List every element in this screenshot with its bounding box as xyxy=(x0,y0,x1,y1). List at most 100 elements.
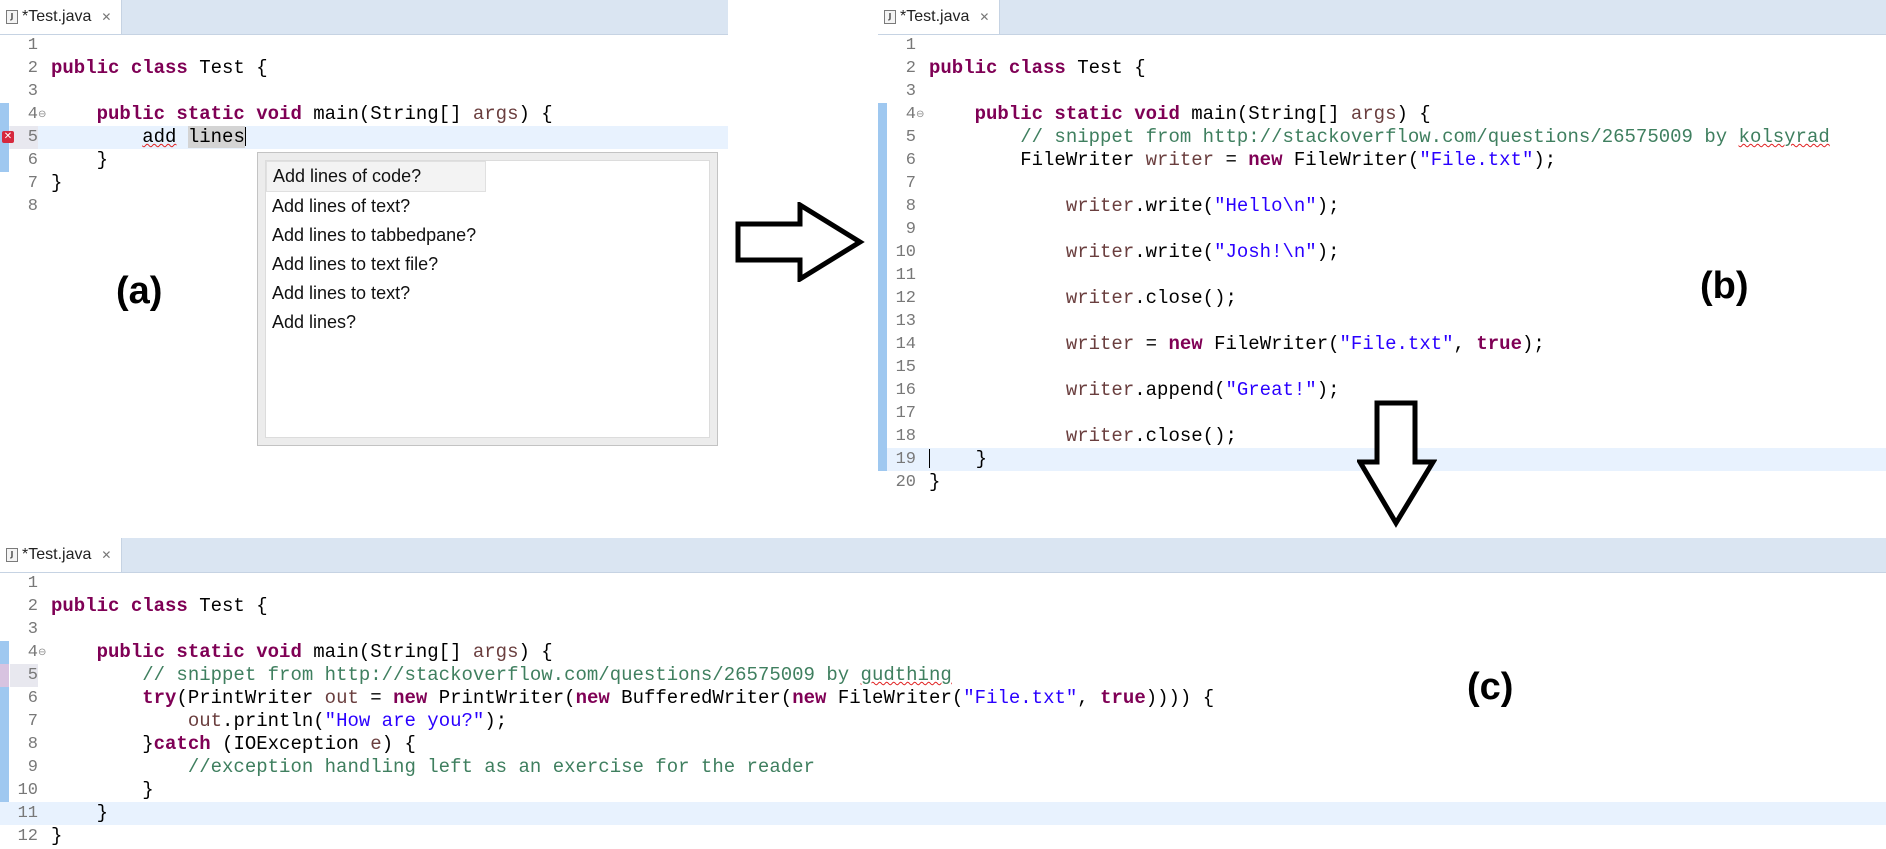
line-number: 19 xyxy=(895,450,916,469)
line-number: 5 xyxy=(10,664,38,687)
line-number: 7 xyxy=(905,174,916,193)
code-line: 10 } xyxy=(0,779,1886,802)
line-number: 14 xyxy=(895,335,916,354)
text-caret xyxy=(244,127,246,147)
fold-icon[interactable]: ⊖ xyxy=(38,103,46,126)
line-number: 3 xyxy=(27,82,38,101)
java-file-icon: J xyxy=(6,548,18,562)
code-line: 2 public class Test { xyxy=(0,595,1886,618)
code-line-current: 5 ✕ add lines xyxy=(0,126,728,149)
code-line: 7 out.println("How are you?"); xyxy=(0,710,1886,733)
line-number: 3 xyxy=(905,82,916,101)
line-number: 10 xyxy=(895,243,916,262)
line-number: 13 xyxy=(895,312,916,331)
line-number: 7 xyxy=(27,712,38,731)
tab-test-java[interactable]: J *Test.java ✕ xyxy=(0,0,123,34)
code-line-current: 11 } xyxy=(0,802,1886,825)
code-line: 9 //exception handling left as an exerci… xyxy=(0,756,1886,779)
line-number: 8 xyxy=(27,735,38,754)
fold-icon[interactable]: ⊖ xyxy=(38,641,46,664)
suggestion-item[interactable]: Add lines to text? xyxy=(266,279,709,308)
fold-icon[interactable]: ⊖ xyxy=(916,103,924,126)
java-file-icon: J xyxy=(884,10,896,24)
tab-bar: J *Test.java ✕ xyxy=(0,538,1886,573)
code-line: 7 xyxy=(878,172,1886,195)
line-number: 9 xyxy=(27,758,38,777)
code-line: 3 xyxy=(878,80,1886,103)
line-number: 8 xyxy=(905,197,916,216)
code-line: 9 xyxy=(878,218,1886,241)
suggestion-item[interactable]: Add lines of code? xyxy=(266,161,486,192)
code-line: 8 }catch (IOException e) { xyxy=(0,733,1886,756)
code-line: 6 FileWriter writer = new FileWriter("Fi… xyxy=(878,149,1886,172)
code-editor[interactable]: 1 2 public class Test { 3 4 ⊖ public stati… xyxy=(0,572,1886,849)
line-number: 5 xyxy=(905,128,916,147)
line-number: 9 xyxy=(905,220,916,239)
code-line: 15 xyxy=(878,356,1886,379)
line-number: 1 xyxy=(27,574,38,593)
tab-test-java[interactable]: J *Test.java ✕ xyxy=(878,0,1001,34)
code-line: 4 ⊖ public static void main(String[] args… xyxy=(0,103,728,126)
code-line: 2 public class Test { xyxy=(878,57,1886,80)
code-line: 1 xyxy=(0,572,1886,595)
code-line: 14 writer = new FileWriter("File.txt", t… xyxy=(878,333,1886,356)
tab-title: *Test.java xyxy=(900,8,970,25)
label-c: (c) xyxy=(1467,666,1514,708)
text-caret xyxy=(929,449,930,469)
code-line: 3 xyxy=(0,618,1886,641)
code-line: 1 xyxy=(878,34,1886,57)
code-line: 5 // snippet from http://stackoverflow.c… xyxy=(0,664,1886,687)
line-number: 18 xyxy=(895,427,916,446)
suggestion-item[interactable]: Add lines to text file? xyxy=(266,250,709,279)
label-a: (a) xyxy=(116,270,163,312)
error-icon[interactable]: ✕ xyxy=(2,131,14,143)
tab-bar: J *Test.java ✕ xyxy=(878,0,1886,35)
line-number: 6 xyxy=(27,151,38,170)
tab-test-java[interactable]: J *Test.java ✕ xyxy=(0,538,123,572)
line-number: 8 xyxy=(27,197,38,216)
code-line: 3 xyxy=(0,80,728,103)
line-number: 15 xyxy=(895,358,916,377)
close-icon[interactable]: ✕ xyxy=(979,10,989,24)
suggestion-item[interactable]: Add lines? xyxy=(266,308,709,337)
line-number: 4 xyxy=(27,643,38,662)
line-number: 1 xyxy=(905,36,916,55)
arrow-down-icon xyxy=(1357,400,1437,528)
close-icon[interactable]: ✕ xyxy=(101,10,111,24)
tab-bar: J *Test.java ✕ xyxy=(0,0,728,35)
code-line: 16 writer.append("Great!"); xyxy=(878,379,1886,402)
suggestion-item[interactable]: Add lines of text? xyxy=(266,192,709,221)
java-file-icon: J xyxy=(6,10,18,24)
code-line: 2 public class Test { xyxy=(0,57,728,80)
line-number: 2 xyxy=(27,597,38,616)
code-line: 1 xyxy=(0,34,728,57)
line-number: 11 xyxy=(895,266,916,285)
code-line: 12} xyxy=(0,825,1886,848)
label-b: (b) xyxy=(1700,265,1749,307)
line-number: 4 xyxy=(905,105,916,124)
line-number: 10 xyxy=(17,781,38,800)
code-line: 8 writer.write("Hello\n"); xyxy=(878,195,1886,218)
code-line: 4 ⊖ public static void main(String[] args… xyxy=(0,641,1886,664)
line-number: 11 xyxy=(17,804,38,823)
line-number: 7 xyxy=(27,174,38,193)
code-line: 6 try(PrintWriter out = new PrintWriter(… xyxy=(0,687,1886,710)
editor-panel-c: J *Test.java ✕ 1 2 public class Test { 3 … xyxy=(0,538,1886,849)
line-number: 6 xyxy=(27,689,38,708)
line-number: 2 xyxy=(27,59,38,78)
arrow-right-icon xyxy=(735,202,865,282)
line-number: 12 xyxy=(895,289,916,308)
code-line: 4 ⊖ public static void main(String[] args… xyxy=(878,103,1886,126)
line-number: 12 xyxy=(17,827,38,846)
suggestion-popup: Add lines of code? Add lines of text? Ad… xyxy=(257,152,718,446)
line-number: 4 xyxy=(27,105,38,124)
line-number: 1 xyxy=(27,36,38,55)
code-line: 10 writer.write("Josh!\n"); xyxy=(878,241,1886,264)
suggestion-item[interactable]: Add lines to tabbedpane? xyxy=(266,221,709,250)
line-number: 20 xyxy=(895,473,916,492)
tab-title: *Test.java xyxy=(22,546,92,563)
line-number: 5 xyxy=(10,126,38,149)
line-number: 16 xyxy=(895,381,916,400)
line-number: 6 xyxy=(905,151,916,170)
close-icon[interactable]: ✕ xyxy=(101,548,111,562)
